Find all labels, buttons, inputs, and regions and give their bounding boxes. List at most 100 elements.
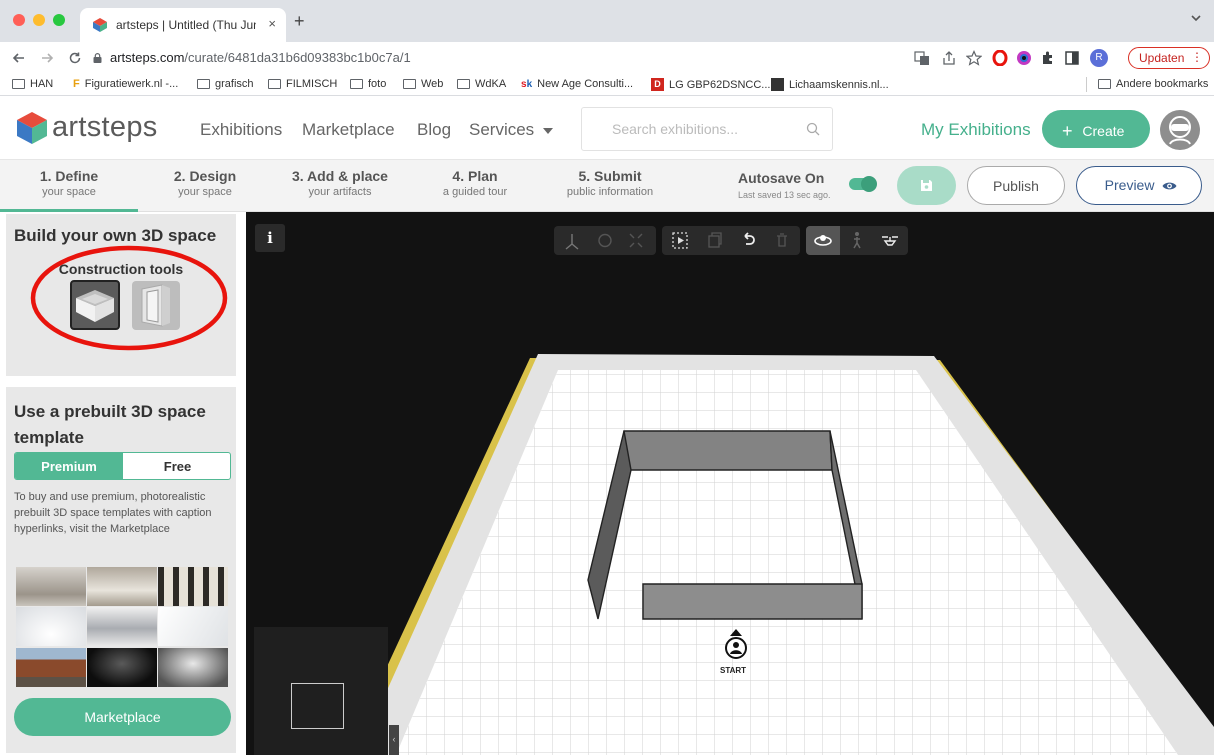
orbit-view-icon[interactable] (809, 226, 837, 255)
template-thumbnail[interactable] (87, 648, 157, 687)
profile-avatar[interactable]: R (1090, 49, 1108, 67)
d-icon: D (651, 78, 664, 91)
services-caret-icon[interactable] (543, 128, 553, 134)
create-button[interactable]: + Create (1042, 110, 1150, 148)
copy-icon[interactable] (700, 226, 728, 255)
nav-services[interactable]: Services (469, 120, 534, 140)
marketplace-button[interactable]: Marketplace (14, 698, 231, 736)
step-design[interactable]: 2. Design your space (138, 160, 272, 212)
create-label: Create (1082, 123, 1125, 139)
search-icon[interactable] (806, 122, 820, 136)
extensions-puzzle-icon[interactable] (1040, 50, 1056, 66)
bookmark-foto[interactable]: foto (350, 78, 386, 90)
step-subtitle: public information (566, 186, 654, 198)
bookmark-grafisch[interactable]: grafisch (197, 78, 254, 90)
bookmark-new-age[interactable]: sk New Age Consulti... (521, 78, 633, 90)
share-icon[interactable] (941, 50, 957, 66)
nav-exhibitions[interactable]: Exhibitions (200, 120, 282, 140)
browser-tab[interactable]: artsteps | Untitled (Thu Jun 08 × (80, 8, 286, 42)
lock-icon[interactable] (93, 53, 102, 63)
bookmark-lg[interactable]: D LG GBP62DSNCC... (651, 78, 770, 91)
f-icon: F (73, 78, 80, 90)
template-thumbnail[interactable] (16, 567, 86, 606)
back-arrow-icon[interactable] (12, 51, 26, 65)
folder-icon (197, 79, 210, 89)
url-field[interactable]: artsteps.com/curate/6481da31b6d09383bc1b… (110, 50, 411, 65)
template-thumbnail[interactable] (16, 648, 86, 687)
other-bookmarks-label: Andere bookmarks (1116, 78, 1209, 90)
template-thumbnail[interactable] (158, 648, 228, 687)
template-description: To buy and use premium, photorealistic p… (14, 491, 212, 535)
autosave-toggle[interactable] (849, 176, 877, 192)
delete-icon[interactable] (768, 226, 796, 255)
bookmark-filmisch[interactable]: FILMISCH (268, 78, 337, 90)
nav-marketplace[interactable]: Marketplace (302, 120, 395, 140)
tab-free[interactable]: Free (123, 453, 230, 479)
address-bar-row: artsteps.com/curate/6481da31b6d09383bc1b… (0, 42, 1214, 74)
walk-mode-icon[interactable] (843, 226, 871, 255)
rotate-icon[interactable] (591, 226, 619, 255)
collapse-minimap-button[interactable]: ‹ (389, 725, 399, 755)
bookmark-lichaamskennis[interactable]: Lichaamskennis.nl... (771, 78, 889, 91)
step-submit[interactable]: 5. Submit public information (542, 160, 678, 212)
preview-button[interactable]: Preview (1076, 166, 1202, 205)
url-host: artsteps.com (110, 50, 185, 65)
step-title: 2. Design (173, 168, 237, 184)
save-button[interactable] (897, 166, 956, 205)
info-button[interactable]: i (255, 224, 285, 252)
artsteps-logo-icon[interactable] (15, 110, 49, 146)
new-tab-button[interactable]: + (294, 12, 305, 30)
step-add-place[interactable]: 3. Add & place your artifacts (272, 160, 408, 212)
template-thumbnail[interactable] (158, 607, 228, 646)
folder-icon (457, 79, 470, 89)
bookmark-wdka[interactable]: WdKA (457, 78, 506, 90)
other-bookmarks[interactable]: Andere bookmarks (1098, 78, 1208, 90)
select-icon[interactable] (666, 226, 694, 255)
editor-steps-bar: 1. Define your space 2. Design your spac… (0, 160, 1214, 212)
step-define[interactable]: 1. Define your space (0, 160, 138, 212)
user-avatar[interactable] (1160, 110, 1200, 150)
template-thumbnail[interactable] (87, 607, 157, 646)
nav-blog[interactable]: Blog (417, 120, 451, 140)
my-exhibitions-link[interactable]: My Exhibitions (921, 120, 1031, 140)
bookmark-han[interactable]: HAN (12, 78, 53, 90)
expand-icon[interactable] (622, 226, 650, 255)
step-plan[interactable]: 4. Plan a guided tour (408, 160, 542, 212)
drone-mode-icon[interactable] (876, 226, 904, 255)
undo-icon[interactable] (734, 226, 762, 255)
forward-arrow-icon[interactable] (40, 51, 54, 65)
step-subtitle: a guided tour (442, 186, 508, 198)
side-panel-icon[interactable] (1064, 50, 1080, 66)
template-thumbnail[interactable] (87, 567, 157, 606)
sk-icon: sk (521, 78, 533, 90)
floppy-disk-icon (921, 180, 932, 191)
reload-icon[interactable] (68, 51, 82, 65)
axis-icon[interactable] (558, 226, 586, 255)
opera-extension-icon[interactable] (992, 50, 1008, 66)
bookmark-label: grafisch (215, 78, 254, 90)
view-controls-group (554, 226, 656, 255)
bookmark-web[interactable]: Web (403, 78, 443, 90)
close-window-button[interactable] (13, 14, 25, 26)
artsteps-logo[interactable]: artsteps (52, 111, 158, 144)
kebab-menu-icon: ⋮ (1191, 50, 1203, 64)
bookmark-label: foto (368, 78, 387, 90)
tab-premium[interactable]: Premium (15, 453, 123, 479)
update-browser-button[interactable]: Updaten ⋮ (1128, 47, 1210, 69)
bookmark-figuratiewerk[interactable]: F Figuratiewerk.nl -... (73, 78, 178, 90)
folder-icon (268, 79, 281, 89)
publish-button[interactable]: Publish (967, 166, 1065, 205)
tab-close-icon[interactable]: × (268, 16, 276, 31)
minimap[interactable] (254, 627, 388, 755)
template-thumbnail[interactable] (158, 567, 228, 606)
minimize-window-button[interactable] (33, 14, 45, 26)
tab-search-chevron-icon[interactable] (1190, 13, 1202, 23)
template-thumbnail[interactable] (16, 607, 86, 646)
bookmark-star-icon[interactable] (966, 50, 982, 66)
edit-controls-group (662, 226, 800, 255)
search-exhibitions-input[interactable]: Search exhibitions... (581, 107, 833, 151)
color-extension-icon[interactable] (1016, 50, 1032, 66)
3d-canvas[interactable]: i ‹ START (246, 212, 1214, 755)
translate-icon[interactable] (914, 50, 930, 66)
zoom-window-button[interactable] (53, 14, 65, 26)
